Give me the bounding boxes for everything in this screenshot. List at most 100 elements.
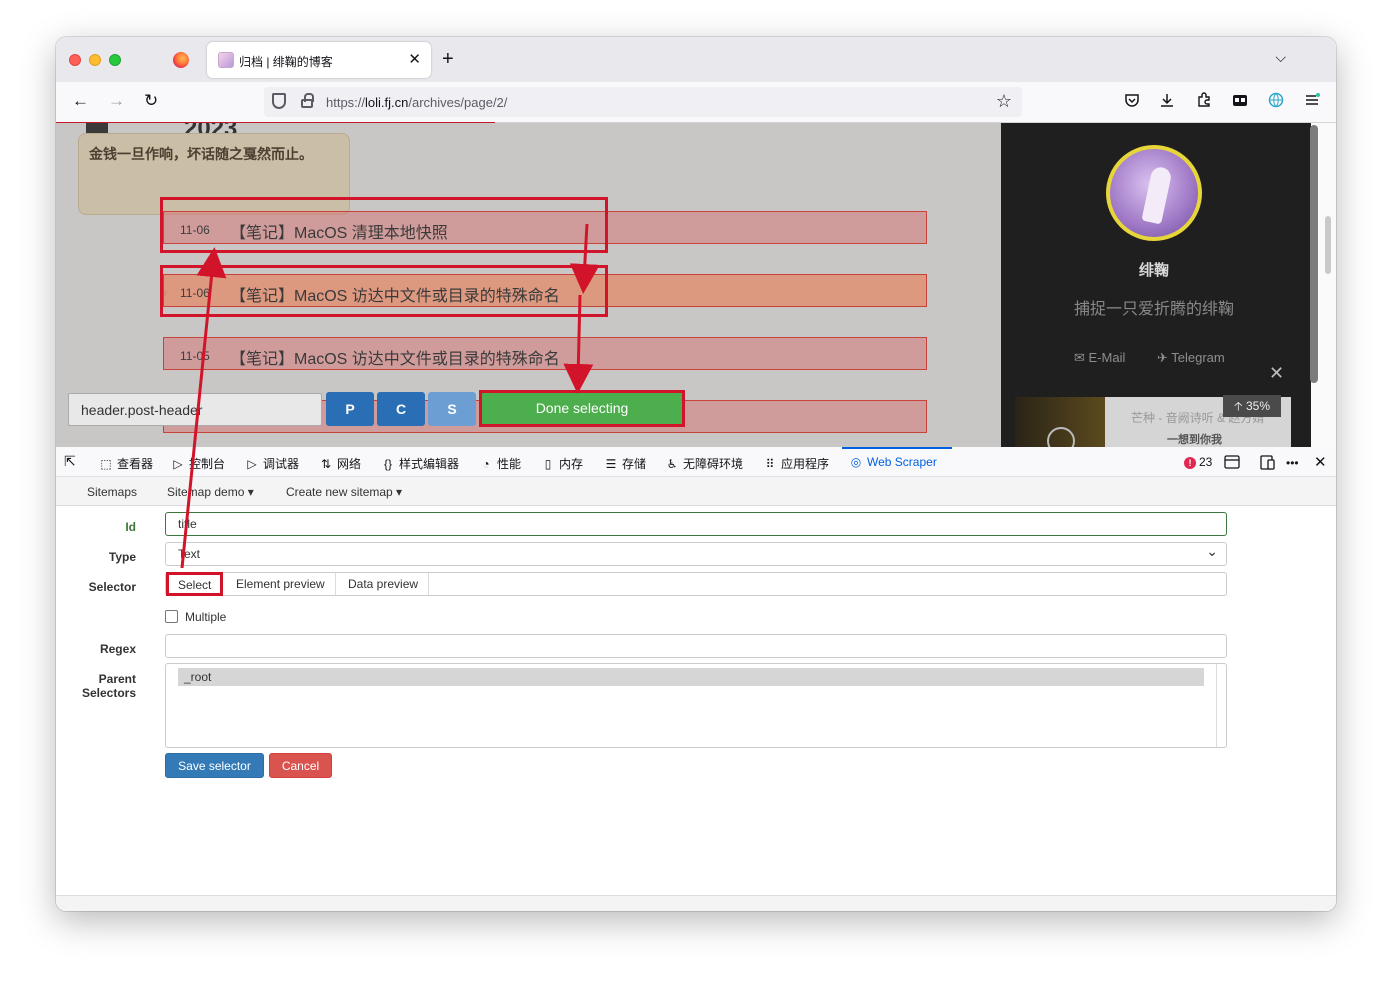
parent-selectors-label: Parent Selectors bbox=[81, 672, 136, 700]
close-icon[interactable]: ✕ bbox=[1269, 363, 1284, 384]
window-bottom-edge bbox=[56, 895, 1336, 911]
extensions-icon[interactable] bbox=[1195, 92, 1213, 110]
author-name: 绯鞠 bbox=[1138, 262, 1169, 279]
devtools-toolbar: ⇱ ⬚ 查看器 ▷ 控制台 ▷ 调试器 ⇅ 网络 {} 样式编辑器 ◔ 性能 ▯ 内存 ☰ 存储… bbox=[56, 447, 1336, 477]
devtools-tab[interactable]: ▯ 内存 bbox=[541, 455, 583, 472]
devtools-tab[interactable]: ⬚ 查看器 bbox=[99, 455, 153, 472]
chevron-down-icon: ⌄ bbox=[1206, 543, 1218, 559]
navigation-toolbar: ← → ↻ https://loli.fj.cn/archives/page/2… bbox=[56, 82, 1336, 123]
browser-tab[interactable]: 归档 | 绯鞠的博客 ✕ bbox=[207, 42, 431, 78]
archive-content: 2023 金钱一旦作响，坏话随之戛然而止。 11-06 【笔记】MacOS 清理… bbox=[56, 123, 1001, 447]
devtools-tab[interactable]: ⇅ 网络 bbox=[319, 455, 361, 472]
error-icon: ! bbox=[1184, 457, 1196, 469]
style-editor-icon: {} bbox=[383, 457, 392, 471]
css-selector-input[interactable]: header.post-header bbox=[68, 393, 322, 426]
save-selector-button[interactable]: Save selector bbox=[165, 753, 264, 778]
inspector-icon: ⬚ bbox=[100, 457, 112, 471]
select-button[interactable]: Select bbox=[166, 572, 224, 596]
url-text[interactable]: https://loli.fj.cn/archives/page/2/ bbox=[326, 95, 507, 110]
multiple-label: Multiple bbox=[185, 610, 227, 624]
error-count[interactable]: ! 23 bbox=[1184, 455, 1212, 469]
selector-label: Selector bbox=[88, 580, 136, 594]
blog-sidebar: 绯鞠 捕捉一只爱折腾的绯鞠 ✉ E-Mail ✈ Telegram ✕ 芒种 -… bbox=[1001, 123, 1311, 447]
cancel-button[interactable]: Cancel bbox=[269, 753, 332, 778]
parent-selectors-list[interactable]: _root bbox=[165, 663, 1227, 748]
devtools-tab[interactable]: ⠿ 应用程序 bbox=[763, 455, 829, 472]
email-link[interactable]: ✉ E-Mail bbox=[1074, 350, 1125, 366]
new-tab-button[interactable]: + bbox=[442, 48, 454, 71]
nav-create-sitemap[interactable]: Create new sitemap ▾ bbox=[286, 485, 402, 499]
done-selecting-button[interactable]: Done selecting bbox=[479, 390, 685, 427]
console-icon: ▷ bbox=[173, 457, 183, 471]
web-scraper-extension-icon[interactable] bbox=[1267, 92, 1285, 110]
site-favicon-icon bbox=[218, 52, 234, 68]
id-label: Id bbox=[125, 520, 136, 534]
downloads-icon[interactable] bbox=[1158, 92, 1176, 110]
select-child-button[interactable]: C bbox=[377, 392, 425, 426]
network-icon: ⇅ bbox=[320, 457, 332, 471]
multiple-checkbox[interactable] bbox=[165, 610, 178, 623]
regex-input[interactable] bbox=[165, 634, 1227, 658]
split-console-icon[interactable] bbox=[1224, 455, 1240, 473]
devtools-tab[interactable]: ♿ 无障碍环境 bbox=[665, 455, 743, 472]
list-scrollbar[interactable] bbox=[1216, 664, 1226, 747]
minimize-window-button[interactable] bbox=[89, 54, 101, 66]
browser-window: 归档 | 绯鞠的博客 ✕ + ⌵ ← → ↻ https://loli.fj.c… bbox=[56, 37, 1336, 911]
web-scraper-icon: ◎ bbox=[850, 455, 862, 469]
regex-label: Regex bbox=[99, 642, 136, 656]
selector-group: Select Element preview Data preview bbox=[165, 572, 1227, 596]
devtools-tab[interactable]: ☰ 存储 bbox=[604, 455, 646, 472]
element-picker-icon[interactable]: ⇱ bbox=[64, 453, 76, 470]
sidebar-scroll-thumb[interactable] bbox=[1310, 125, 1318, 383]
data-preview-button[interactable]: Data preview bbox=[338, 573, 430, 595]
lyric-line: 一想到你我 bbox=[1167, 434, 1222, 446]
forward-button[interactable]: → bbox=[108, 91, 125, 111]
reload-button[interactable]: ↻ bbox=[144, 91, 158, 111]
avatar bbox=[1106, 145, 1202, 241]
container-icon[interactable] bbox=[1231, 92, 1249, 110]
list-item[interactable]: _root bbox=[178, 668, 1204, 686]
back-button[interactable]: ← bbox=[72, 91, 89, 111]
selector-edit-form: Id title Type Text ⌄ Selector Select Ele… bbox=[56, 506, 1336, 896]
app-menu-icon[interactable] bbox=[1303, 92, 1321, 110]
nav-sitemap-demo[interactable]: Sitemap demo ▾ bbox=[167, 485, 254, 499]
nav-sitemaps[interactable]: Sitemaps bbox=[87, 485, 137, 499]
annotation-highlight-box bbox=[160, 197, 608, 253]
select-parent-button[interactable]: P bbox=[326, 392, 374, 426]
post-row[interactable]: 11-05 【笔记】MacOS 访达中文件或目录的特殊命名 bbox=[163, 337, 927, 370]
tab-strip: 归档 | 绯鞠的博客 ✕ + ⌵ bbox=[56, 37, 1336, 82]
album-cover bbox=[1015, 397, 1105, 447]
more-options-icon[interactable]: ••• bbox=[1286, 456, 1299, 470]
url-bar[interactable]: https://loli.fj.cn/archives/page/2/ ☆ bbox=[264, 87, 1022, 117]
pocket-icon[interactable] bbox=[1123, 92, 1141, 110]
debugger-icon: ▷ bbox=[247, 457, 257, 471]
scroll-percent-button[interactable]: 🡡 35% bbox=[1223, 395, 1281, 417]
devtools-tab[interactable]: ▷ 调试器 bbox=[245, 455, 299, 472]
close-window-button[interactable] bbox=[69, 54, 81, 66]
responsive-design-icon[interactable] bbox=[1260, 454, 1276, 474]
devtools-tab[interactable]: ◔ 性能 bbox=[479, 455, 521, 472]
type-label: Type bbox=[108, 550, 136, 564]
web-scraper-nav: Sitemaps Sitemap demo ▾ Create new sitem… bbox=[56, 477, 1336, 506]
devtools-tab-web-scraper[interactable]: ◎ Web Scraper bbox=[849, 455, 937, 469]
tab-close-button[interactable]: ✕ bbox=[408, 50, 421, 68]
type-select[interactable]: Text ⌄ bbox=[165, 542, 1227, 566]
zoom-window-button[interactable] bbox=[109, 54, 121, 66]
web-page: 2023 金钱一旦作响，坏话随之戛然而止。 11-06 【笔记】MacOS 清理… bbox=[56, 123, 1336, 447]
author-subtitle: 捕捉一只爱折腾的绯鞠 bbox=[1073, 301, 1234, 318]
element-preview-button[interactable]: Element preview bbox=[226, 573, 336, 595]
close-devtools-icon[interactable]: ✕ bbox=[1314, 453, 1327, 471]
select-sibling-button[interactable]: S bbox=[428, 392, 476, 426]
bookmark-star-icon[interactable]: ☆ bbox=[996, 91, 1012, 112]
telegram-link[interactable]: ✈ Telegram bbox=[1157, 350, 1225, 366]
lock-icon[interactable] bbox=[301, 93, 314, 108]
list-all-tabs-button[interactable]: ⌵ bbox=[1275, 49, 1286, 66]
play-icon[interactable] bbox=[1047, 427, 1075, 447]
devtools-tab[interactable]: {} 样式编辑器 bbox=[381, 455, 459, 472]
page-scroll-thumb[interactable] bbox=[1325, 216, 1331, 274]
id-input[interactable]: title bbox=[165, 512, 1227, 536]
firefox-view-icon[interactable] bbox=[173, 52, 189, 68]
tracking-protection-icon[interactable] bbox=[272, 93, 286, 109]
devtools-tab[interactable]: ▷ 控制台 bbox=[171, 455, 225, 472]
post-title[interactable]: 【笔记】MacOS 访达中文件或目录的特殊命名 bbox=[230, 345, 560, 369]
